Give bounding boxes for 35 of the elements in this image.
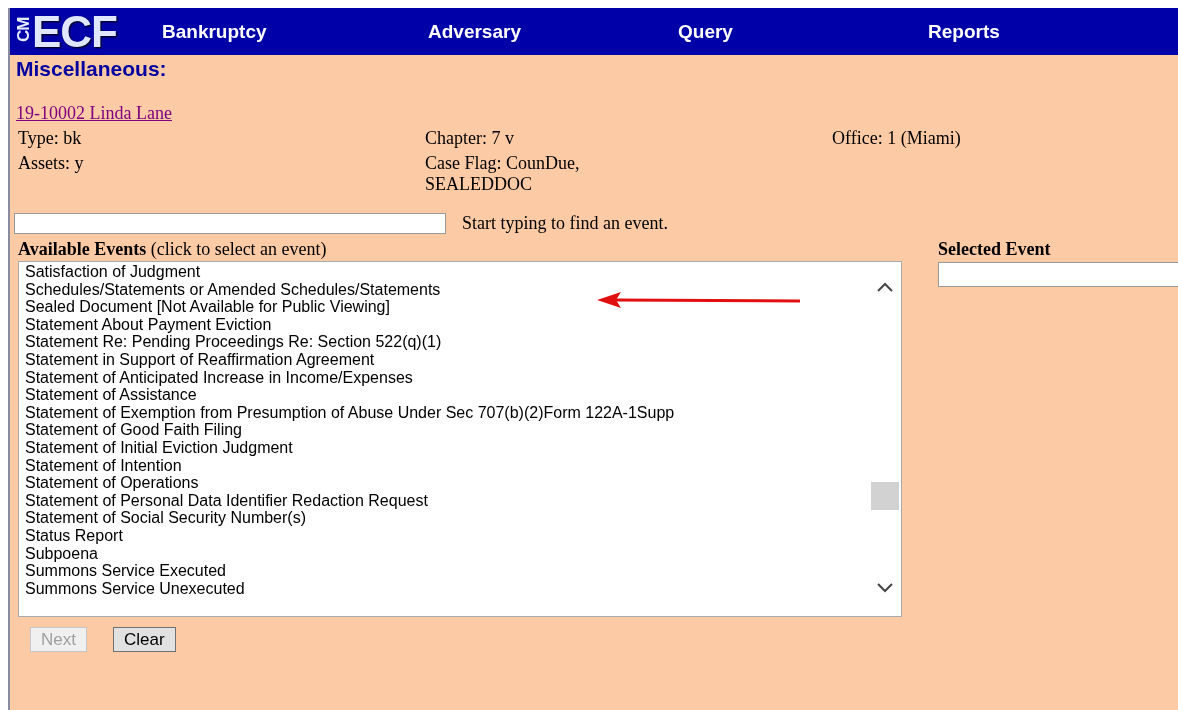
logo-text: ECF [32, 9, 117, 54]
event-list-item[interactable]: Status Report [25, 526, 863, 545]
form-button[interactable]: Clear [112, 627, 176, 652]
list-label: Available Events (click to select an event) [18, 239, 328, 259]
nav-menu-item[interactable]: Bankruptcy [162, 18, 428, 45]
search-hint: Start typing to find an event. [462, 213, 668, 234]
event-list-item[interactable]: Summons Service Unexecuted [25, 579, 863, 598]
event-list-item[interactable]: Subpoena [25, 544, 863, 563]
selected-event-label: Selected Event [938, 239, 1052, 259]
event-list-item[interactable]: Statement of Initial Eviction Judgment [25, 438, 863, 457]
event-list-item[interactable]: Satisfaction of Judgment [25, 263, 863, 281]
event-list-item[interactable]: Statement in Support of Reaffirmation Agreement [25, 350, 863, 369]
nav-menu-item[interactable]: Query [678, 18, 928, 45]
event-list-item[interactable]: Schedules/Statements or Amended Schedules/Statements [25, 280, 863, 299]
nav-menu-item[interactable]: Reports [928, 18, 1178, 45]
event-list-item[interactable]: Statement of Assistance [25, 386, 863, 404]
event-list-item[interactable]: Sealed Document [Not Available for Public Viewing] [25, 298, 863, 316]
event-list-item[interactable]: Statement Re: Pending Proceedings Re: Section 522(q)(1) [25, 333, 863, 351]
event-list-item[interactable]: Statement of Anticipated Increase in Income/Expenses [25, 368, 863, 387]
case-info-text: Assets: y [18, 153, 85, 175]
case-info-text: Type: bk [18, 128, 83, 149]
case-info-text: Case Flag: CounDue, SEALEDDOC [425, 153, 581, 195]
event-list-item[interactable]: Statement of Personal Data Identifier Redaction Request [25, 491, 863, 510]
event-list-item[interactable]: Statement of Exemption from Presumption of Abuse Under Sec 707(b)(2)Form 122A-1Supp [25, 403, 863, 422]
event-list-item[interactable]: Statement of Operations [25, 474, 863, 492]
case-info-text: Chapter: 7 v [425, 128, 515, 149]
case-link[interactable]: 19-10002 Linda Lane [16, 103, 172, 124]
case-info-text: Office: 1 (Miami) [832, 128, 962, 149]
event-list-item[interactable]: Statement of Social Security Number(s) [25, 509, 863, 527]
event-list-item[interactable]: Summons Service Executed [25, 562, 863, 580]
nav-menu-item[interactable]: Adversary [428, 18, 678, 45]
event-list-item[interactable]: Statement of Good Faith Filing [25, 421, 863, 439]
event-list-item[interactable]: Statement of Intention [25, 456, 863, 475]
event-list-item[interactable]: Statement About Payment Eviction [25, 315, 863, 334]
page-title: Miscellaneous: [16, 57, 167, 81]
